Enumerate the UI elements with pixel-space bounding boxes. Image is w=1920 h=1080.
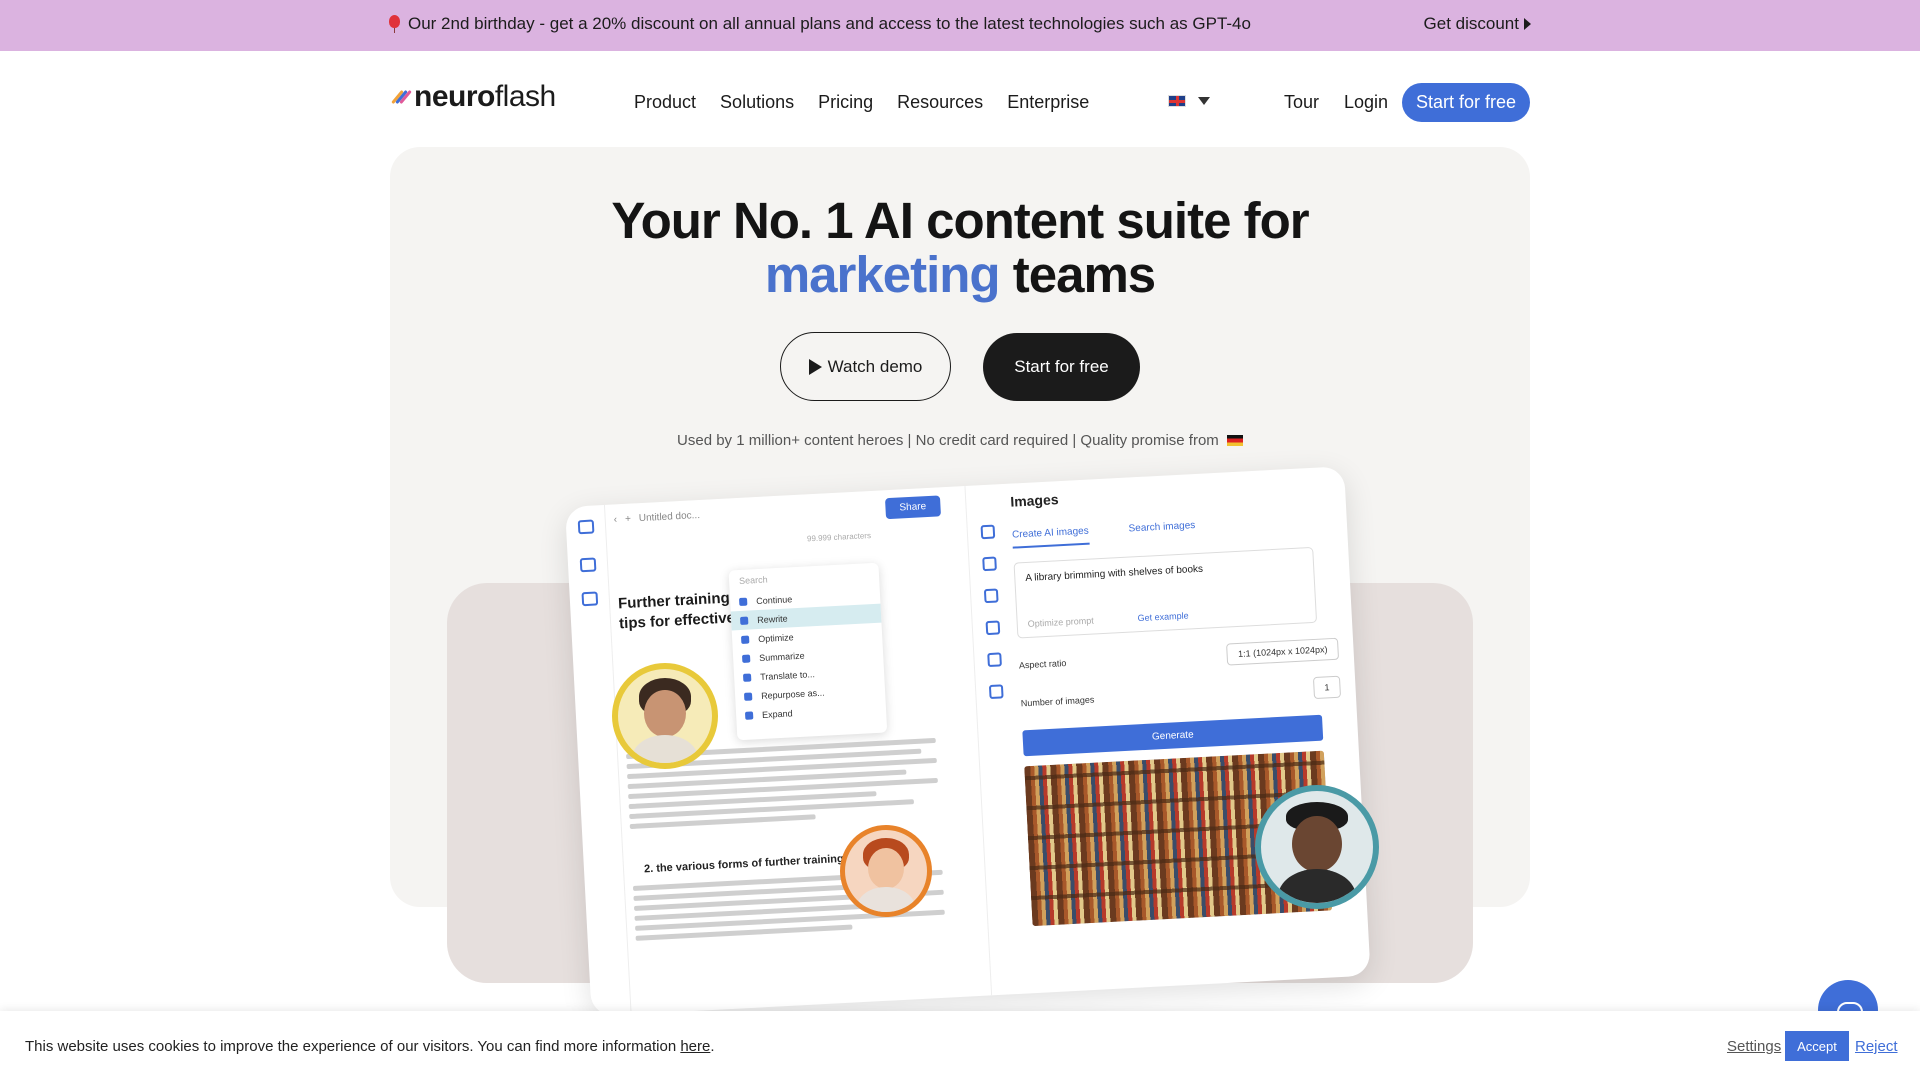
generate-button: Generate: [1022, 714, 1324, 757]
back-icon: ‹: [613, 514, 618, 526]
cookie-message: This website uses cookies to improve the…: [25, 1038, 677, 1055]
context-menu: Search Continue Rewrite Optimize Summari…: [728, 562, 888, 741]
shapes-icon: [987, 652, 1002, 668]
avatar-woman-2: [840, 825, 932, 917]
hero-start-free-button[interactable]: Start for free: [983, 333, 1140, 401]
cookie-reject-link[interactable]: Reject: [1855, 1038, 1898, 1055]
prompt-text: A library brimming with shelves of books: [1025, 563, 1204, 584]
plus-icon: +: [624, 513, 632, 525]
nav-item-resources[interactable]: Resources: [897, 92, 983, 113]
aspect-ratio-row: Aspect ratio 1:1 (1024px x 1024px): [1018, 637, 1340, 677]
get-discount-label[interactable]: Get discount: [1424, 14, 1519, 34]
tab-search-images: Search images: [1128, 520, 1196, 535]
avatar-man: [1255, 785, 1379, 909]
cloud-doc-name: Untitled doc...: [638, 509, 701, 525]
hero-title-line2: teams: [1012, 246, 1156, 303]
logo-mark-icon: [391, 87, 412, 107]
nav-item-product[interactable]: Product: [634, 92, 696, 113]
prompt-box: A library brimming with shelves of books…: [1013, 546, 1318, 639]
get-discount-link[interactable]: Get discount: [1424, 14, 1531, 34]
cookie-more-info-link[interactable]: here: [680, 1038, 710, 1055]
aspect-ratio-select: 1:1 (1024px x 1024px): [1226, 637, 1340, 666]
nav-item-solutions[interactable]: Solutions: [720, 92, 794, 113]
share-button: Share: [884, 495, 941, 520]
uk-flag-icon[interactable]: [1168, 95, 1186, 107]
nav-item-pricing[interactable]: Pricing: [818, 92, 873, 113]
login-link[interactable]: Login: [1344, 92, 1388, 113]
menu-icon: [577, 519, 595, 535]
watch-demo-label: Watch demo: [827, 356, 923, 376]
cookie-settings-link[interactable]: Settings: [1727, 1038, 1781, 1055]
play-icon: [808, 358, 822, 375]
optimize-prompt: Optimize prompt: [1027, 615, 1094, 629]
watch-demo-button[interactable]: Watch demo: [780, 332, 951, 401]
tab-create-ai-images: Create AI images: [1011, 525, 1090, 549]
character-count: 99.999 characters: [806, 531, 872, 544]
panel-tabs: Create AI images Search images: [1011, 513, 1333, 549]
feather-icon: [980, 524, 996, 540]
feather-icon: [579, 557, 597, 573]
chevron-down-icon[interactable]: [1198, 97, 1210, 105]
logo[interactable]: neuroflash: [391, 80, 556, 114]
german-flag-icon: [1226, 435, 1243, 446]
nav-start-free-button[interactable]: Start for free: [1402, 83, 1530, 122]
promo-text: Our 2nd birthday - get a 20% discount on…: [389, 14, 1251, 34]
logo-text: neuroflash: [414, 80, 556, 113]
robot-icon: [982, 556, 997, 572]
gallery-icon: [988, 684, 1004, 700]
hero-subline-text: Used by 1 million+ content heroes | No c…: [677, 432, 1219, 449]
nav-item-enterprise[interactable]: Enterprise: [1007, 92, 1089, 113]
hero-title-line1: Your No. 1 AI content suite for: [611, 192, 1309, 249]
promo-message: Our 2nd birthday - get a 20% discount on…: [408, 14, 1251, 33]
balloon-icon: [389, 14, 400, 33]
avatar-woman-1: [612, 663, 718, 769]
app-toolbar: ‹ + Untitled doc...: [613, 510, 700, 526]
doc-section-heading: 2. the various forms of further training: [643, 852, 844, 876]
hero-subline: Used by 1 million+ content heroes | No c…: [390, 432, 1530, 449]
image-count-label: Number of images: [1020, 694, 1095, 709]
image-icon: [983, 588, 999, 604]
aspect-ratio-label: Aspect ratio: [1018, 657, 1067, 671]
image-count-select: 1: [1312, 675, 1342, 700]
hero-title: Your No. 1 AI content suite for marketin…: [390, 194, 1530, 302]
menu-search: Search: [738, 574, 768, 586]
cookie-text: This website uses cookies to improve the…: [25, 1038, 715, 1055]
search-image-icon: [985, 620, 1001, 636]
caret-right-icon: [1524, 18, 1531, 30]
main-nav: Product Solutions Pricing Resources Ente…: [634, 92, 1089, 113]
get-example: Get example: [1137, 610, 1189, 624]
image-icon: [581, 591, 599, 607]
image-count-row: Number of images 1: [1020, 675, 1342, 715]
tour-link[interactable]: Tour: [1284, 92, 1319, 113]
hero-title-accent: marketing: [764, 246, 1001, 303]
panel-title: Images: [1009, 491, 1059, 510]
cookie-accept-button[interactable]: Accept: [1785, 1031, 1849, 1061]
